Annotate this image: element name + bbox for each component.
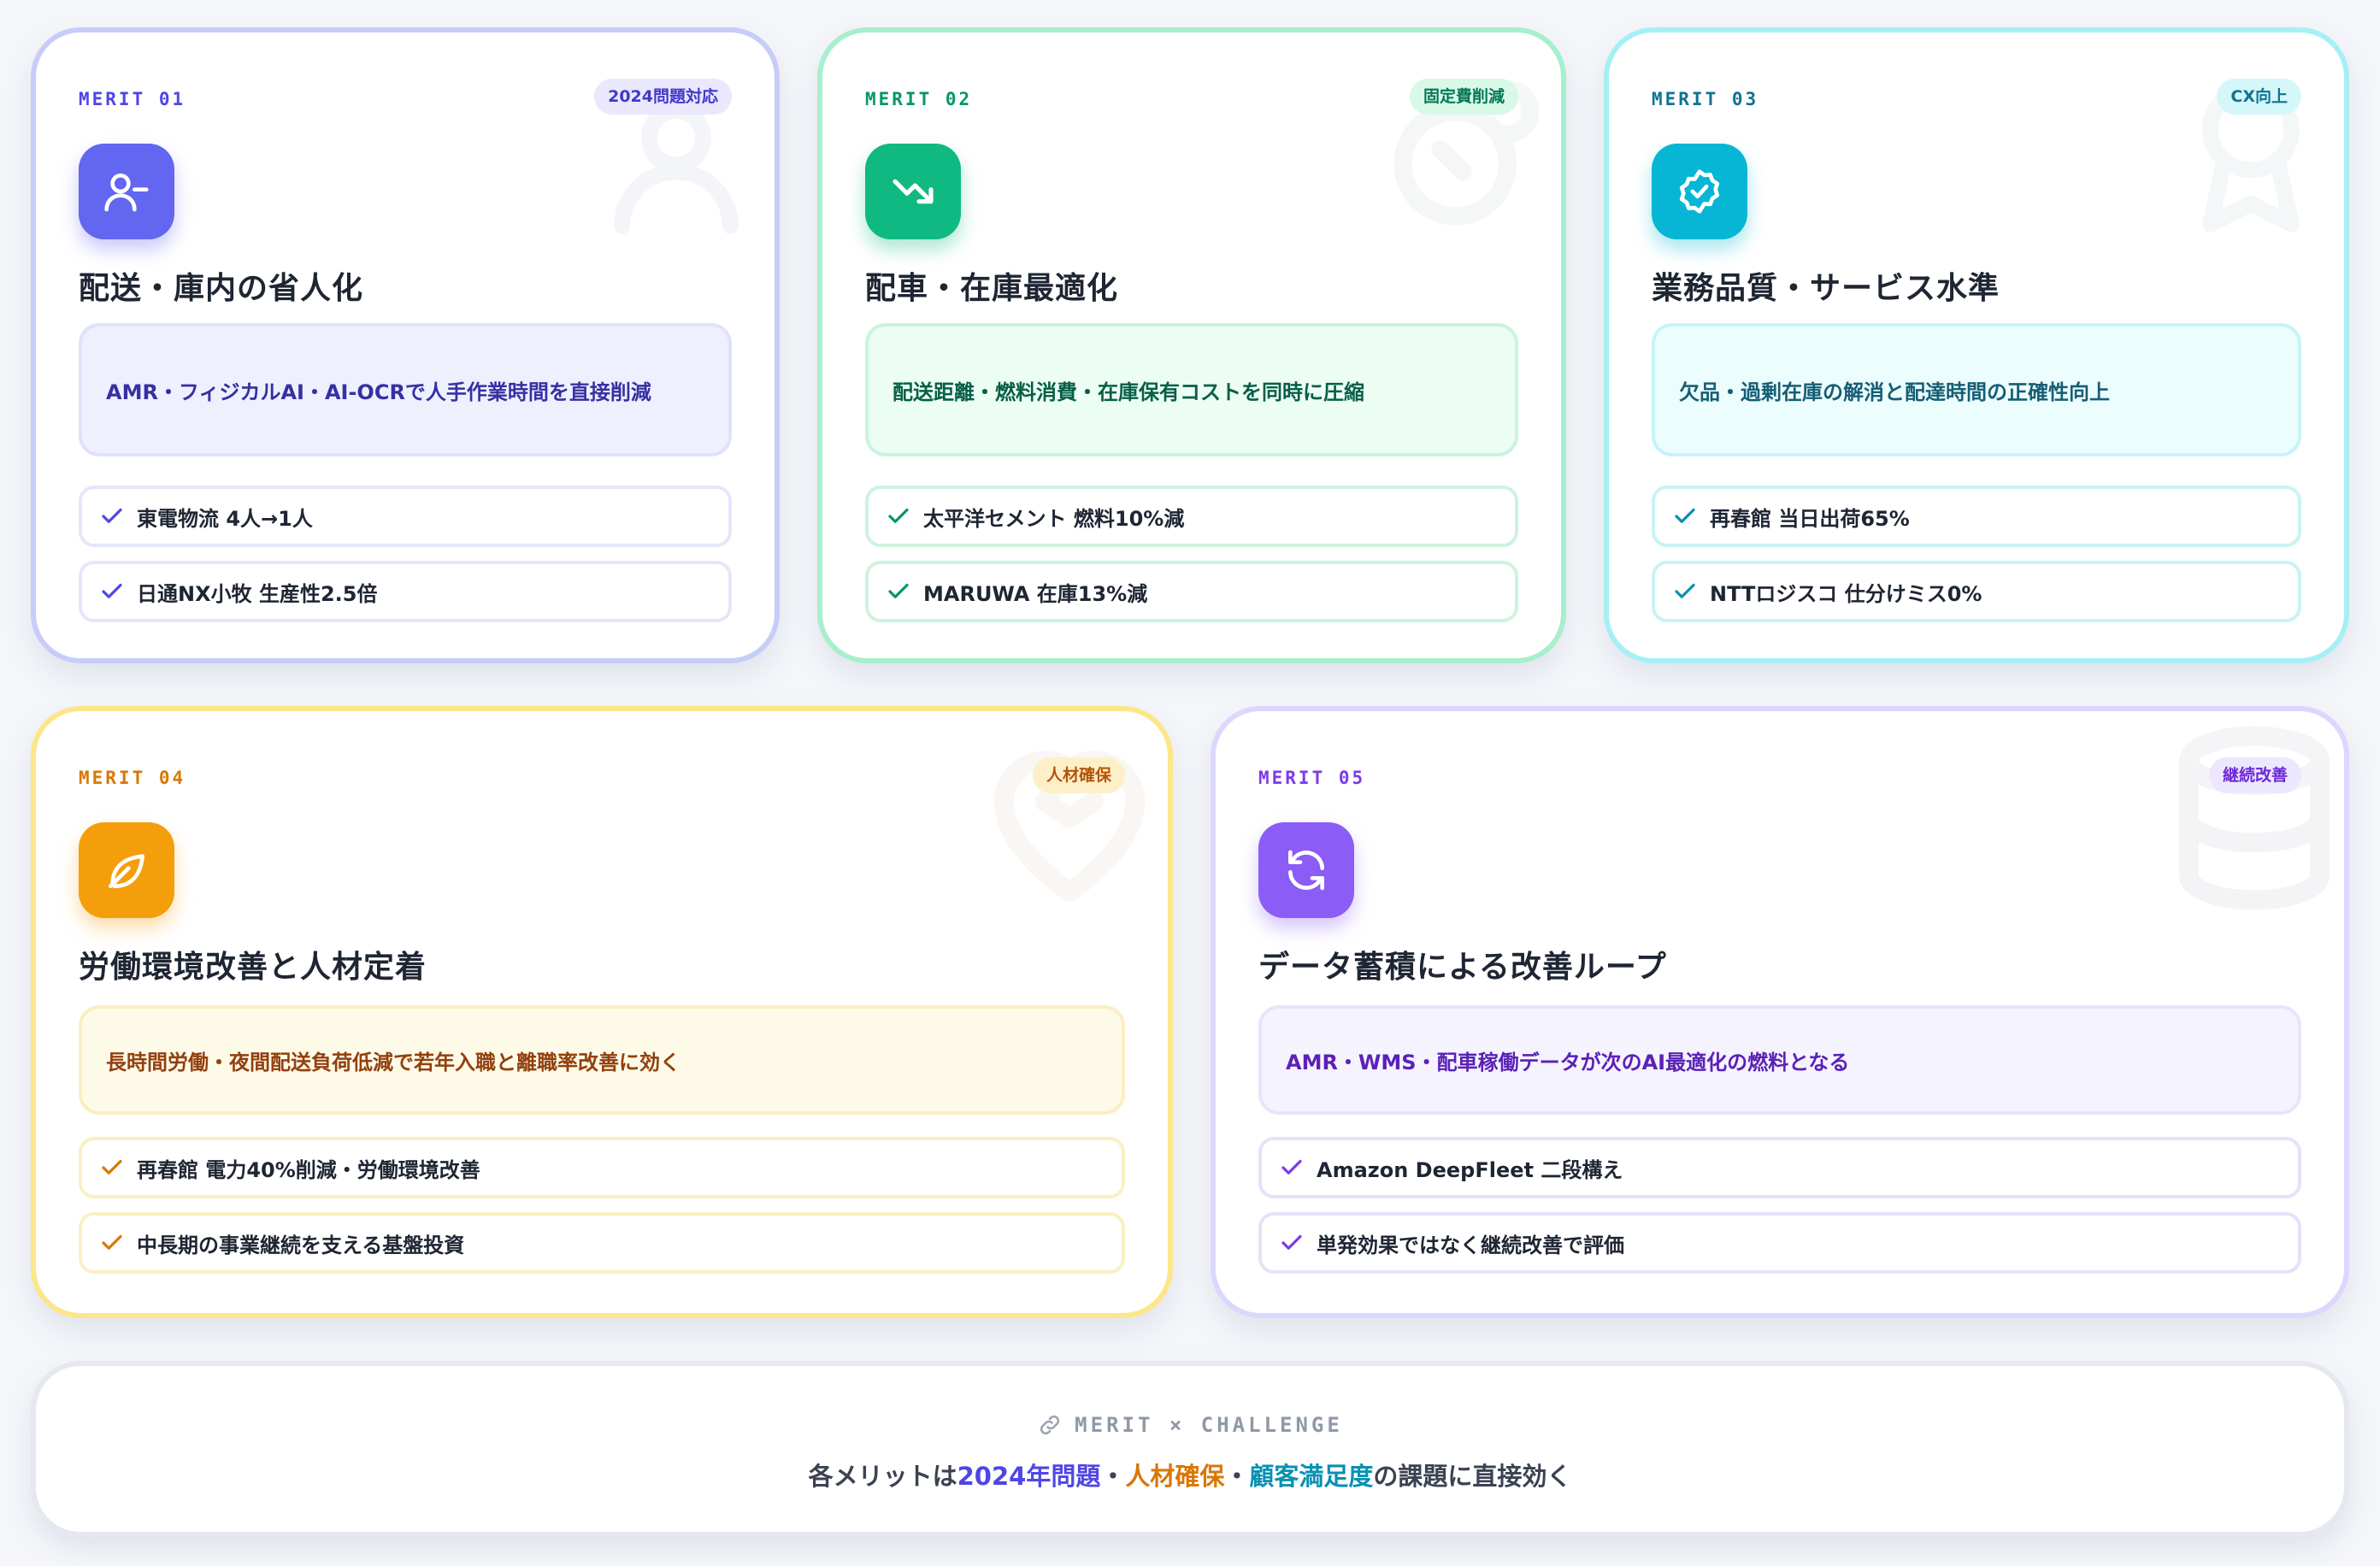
check-text: 再春館 電力40%削減・労働環境改善 [137, 1157, 480, 1182]
heart-handshake-watermark-icon [993, 751, 1146, 902]
merit-card-02: MERIT 02 固定費削減 配車・在庫最適化 配送距離・燃料消費・在庫保有コス… [817, 27, 1566, 663]
merit-label: MERIT 02 [865, 89, 973, 109]
refresh-icon [1288, 850, 1324, 891]
trending-down-icon [892, 179, 934, 204]
leaf-icon [109, 854, 145, 888]
check-item: 再春館 電力40%削減・労働環境改善 [79, 1137, 1125, 1198]
description-text: 欠品・過剰在庫の解消と配達時間の正確性向上 [1679, 380, 2110, 404]
highlight-customer-satisfaction: 顧客満足度 [1249, 1462, 1374, 1491]
description-text: AMR・WMS・配車稼働データが次のAI最適化の燃料となる [1286, 1050, 1850, 1074]
description-text: 配送距離・燃料消費・在庫保有コストを同時に圧縮 [892, 380, 1364, 404]
check-item: 日通NX小牧 生産性2.5倍 [79, 561, 732, 622]
check-icon [102, 583, 122, 598]
merits-dashboard: MERIT 01 2024問題対応 配送・庫内の省人化 AMR・フィジカルAI・… [0, 0, 2380, 1566]
description-box: AMR・WMS・配車稼働データが次のAI最適化の燃料となる [1258, 1005, 2301, 1115]
merit-card-01: MERIT 01 2024問題対応 配送・庫内の省人化 AMR・フィジカルAI・… [31, 27, 780, 663]
check-icon [102, 1234, 122, 1250]
check-icon [102, 1159, 122, 1174]
check-text: Amazon DeepFleet 二段構え [1317, 1157, 1623, 1182]
card-title: 配送・庫内の省人化 [79, 271, 364, 306]
merit-label: MERIT 01 [79, 89, 186, 109]
summary-sentence: 各メリットは2024年問題・人材確保・顧客満足度の課題に直接効く [36, 1457, 2344, 1492]
card-title: データ蓄積による改善ループ [1258, 950, 1667, 985]
category-badge: 継続改善 [2208, 757, 2301, 793]
category-badge: CX向上 [2217, 79, 2301, 115]
check-text: MARUWA 在庫13%減 [923, 581, 1148, 606]
merit-label: MERIT 04 [79, 768, 186, 788]
check-text: 再春館 当日出荷65% [1710, 506, 1910, 531]
category-badge: 人材確保 [1032, 757, 1125, 793]
check-icon [1675, 508, 1695, 523]
highlight-2024-problem: 2024年問題 [957, 1462, 1101, 1491]
check-icon [1281, 1159, 1302, 1174]
description-text: AMR・フィジカルAI・AI-OCRで人手作業時間を直接削減 [106, 380, 651, 404]
check-item: NTTロジスコ 仕分けミス0% [1652, 561, 2301, 622]
check-item: 単発効果ではなく継続改善で評価 [1258, 1212, 2301, 1274]
card-title: 業務品質・サービス水準 [1652, 271, 2000, 306]
card-title: 労働環境改善と人材定着 [79, 950, 427, 985]
separator: ・ [1224, 1462, 1250, 1491]
merit-card-03: MERIT 03 CX向上 業務品質・サービス水準 欠品・過剰在庫の解消と配達時… [1604, 27, 2349, 663]
check-text: 中長期の事業継続を支える基盤投資 [137, 1233, 465, 1257]
user-minus-icon [104, 174, 149, 212]
check-icon [1675, 583, 1695, 598]
check-text: 太平洋セメント 燃料10%減 [923, 506, 1185, 531]
check-item: 太平洋セメント 燃料10%減 [865, 486, 1518, 547]
description-box: 欠品・過剰在庫の解消と配達時間の正確性向上 [1652, 323, 2301, 456]
check-item: 中長期の事業継続を支える基盤投資 [79, 1212, 1125, 1274]
summary-bar: MERIT × CHALLENGE 各メリットは2024年問題・人材確保・顧客満… [31, 1361, 2349, 1537]
merit-card-05: MERIT 05 継続改善 データ蓄積による改善ループ AMR・WMS・配車稼働… [1211, 706, 2349, 1318]
merit-label: MERIT 03 [1652, 89, 1759, 109]
description-text: 長時間労働・夜間配送負荷低減で若年入職と離職率改善に効く [106, 1050, 680, 1074]
check-text: 単発効果ではなく継続改善で評価 [1317, 1233, 1624, 1257]
badge-check-icon [1679, 169, 1720, 214]
check-item: Amazon DeepFleet 二段構え [1258, 1137, 2301, 1198]
category-badge: 2024問題対応 [594, 79, 732, 115]
check-icon [888, 583, 909, 598]
separator: ・ [1100, 1462, 1126, 1491]
summary-prefix: 各メリットは [808, 1462, 957, 1491]
category-badge: 固定費削減 [1409, 79, 1518, 115]
merit-label: MERIT 05 [1258, 768, 1366, 788]
description-box: 長時間労働・夜間配送負荷低減で若年入職と離職率改善に効く [79, 1005, 1125, 1115]
summary-label: MERIT × CHALLENGE [36, 1412, 2344, 1438]
check-icon [888, 508, 909, 523]
database-watermark-icon [2178, 726, 2330, 910]
link-icon [1040, 1415, 1060, 1435]
check-text: NTTロジスコ 仕分けミス0% [1710, 581, 1982, 606]
check-text: 東電物流 4人→1人 [137, 506, 313, 531]
icon-tile [1258, 822, 1354, 918]
description-box: AMR・フィジカルAI・AI-OCRで人手作業時間を直接削減 [79, 323, 732, 456]
merit-card-04: MERIT 04 人材確保 労働環境改善と人材定着 長時間労働・夜間配送負荷低減… [31, 706, 1173, 1318]
check-icon [102, 508, 122, 523]
highlight-talent: 人材確保 [1125, 1462, 1225, 1491]
icon-tile [79, 144, 174, 239]
icon-tile [79, 822, 174, 918]
check-icon [1281, 1234, 1302, 1250]
check-item: 再春館 当日出荷65% [1652, 486, 2301, 547]
description-box: 配送距離・燃料消費・在庫保有コストを同時に圧縮 [865, 323, 1518, 456]
check-item: MARUWA 在庫13%減 [865, 561, 1518, 622]
check-text: 日通NX小牧 生産性2.5倍 [137, 581, 378, 606]
icon-tile [865, 144, 961, 239]
summary-suffix: の課題に直接効く [1373, 1462, 1572, 1491]
icon-tile [1652, 144, 1747, 239]
check-item: 東電物流 4人→1人 [79, 486, 732, 547]
card-title: 配車・在庫最適化 [865, 271, 1119, 306]
summary-label-text: MERIT × CHALLENGE [1075, 1413, 1343, 1437]
